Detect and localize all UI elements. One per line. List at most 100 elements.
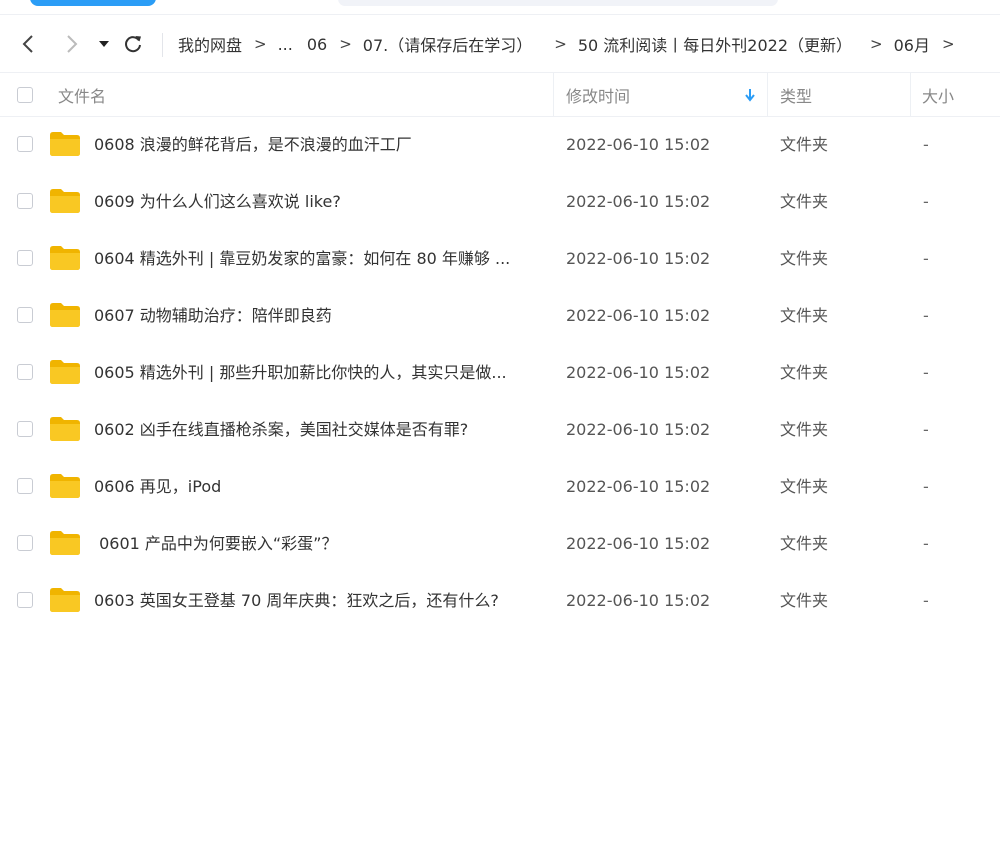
file-type: 文件夹	[780, 534, 829, 553]
column-divider	[553, 73, 554, 116]
file-type: 文件夹	[780, 249, 829, 268]
column-divider	[910, 73, 911, 116]
file-size: -	[923, 306, 929, 325]
modified-time: 2022-06-10 15:02	[566, 192, 711, 211]
row-checkbox[interactable]	[17, 535, 33, 551]
row-checkbox[interactable]	[17, 364, 33, 380]
search-bar[interactable]	[338, 0, 778, 6]
breadcrumb-item-current[interactable]: 06月	[894, 32, 930, 56]
breadcrumb-item[interactable]: 06	[307, 35, 327, 54]
modified-time: 2022-06-10 15:02	[566, 135, 711, 154]
breadcrumb-separator: >	[554, 35, 567, 53]
file-list-header: 文件名 修改时间 类型 大小	[0, 72, 1000, 117]
upload-button[interactable]	[30, 0, 156, 6]
table-row[interactable]: 0605 精选外刊 | 那些升职加薪比你快的人，其实只是做... 2022-06…	[0, 344, 1000, 401]
row-checkbox[interactable]	[17, 307, 33, 323]
select-all-checkbox[interactable]	[17, 86, 33, 103]
file-size: -	[923, 135, 929, 154]
forward-button[interactable]	[62, 32, 82, 56]
history-dropdown-button[interactable]	[97, 32, 111, 56]
breadcrumb-separator: >	[870, 35, 883, 53]
row-checkbox[interactable]	[17, 136, 33, 152]
folder-icon	[50, 531, 80, 555]
folder-icon	[50, 132, 80, 156]
column-header-type[interactable]: 类型	[780, 73, 812, 116]
file-size: -	[923, 477, 929, 496]
table-row[interactable]: 0608 浪漫的鲜花背后，是不浪漫的血汗工厂 2022-06-10 15:02 …	[0, 116, 1000, 173]
row-checkbox[interactable]	[17, 478, 33, 494]
breadcrumb-item[interactable]: ...	[278, 35, 293, 54]
table-row[interactable]: 0609 为什么人们这么喜欢说 like? 2022-06-10 15:02 文…	[0, 173, 1000, 230]
breadcrumb-item[interactable]: 50 流利阅读丨每日外刊2022（更新）	[578, 32, 852, 56]
file-size: -	[923, 420, 929, 439]
file-name[interactable]: 0603 英国女王登基 70 周年庆典：狂欢之后，还有什么?	[94, 572, 542, 629]
column-header-size[interactable]: 大小	[922, 73, 954, 116]
file-size: -	[923, 363, 929, 382]
folder-icon	[50, 303, 80, 327]
modified-time: 2022-06-10 15:02	[566, 534, 711, 553]
chevron-left-icon	[22, 35, 33, 53]
file-type: 文件夹	[780, 363, 829, 382]
file-type: 文件夹	[780, 477, 829, 496]
folder-icon	[50, 588, 80, 612]
file-type: 文件夹	[780, 192, 829, 211]
top-toolbar-remnant	[0, 0, 1000, 15]
file-type: 文件夹	[780, 306, 829, 325]
row-checkbox[interactable]	[17, 193, 33, 209]
file-size: -	[923, 192, 929, 211]
folder-icon	[50, 246, 80, 270]
modified-time: 2022-06-10 15:02	[566, 591, 711, 610]
navigation-bar: 我的网盘 > ... 06 > 07.（请保存后在学习） > 50 流利阅读丨每…	[0, 15, 1000, 71]
modified-time: 2022-06-10 15:02	[566, 420, 711, 439]
table-row[interactable]: 0602 凶手在线直播枪杀案，美国社交媒体是否有罪? 2022-06-10 15…	[0, 401, 1000, 458]
file-name[interactable]: 0601 产品中为何要嵌入“彩蛋”？	[94, 515, 542, 572]
breadcrumb: 我的网盘 > ... 06 > 07.（请保存后在学习） > 50 流利阅读丨每…	[178, 31, 966, 57]
file-list: 0608 浪漫的鲜花背后，是不浪漫的血汗工厂 2022-06-10 15:02 …	[0, 116, 1000, 629]
file-name[interactable]: 0606 再见，iPod	[94, 458, 542, 515]
row-checkbox[interactable]	[17, 421, 33, 437]
file-type: 文件夹	[780, 591, 829, 610]
table-row[interactable]: 0601 产品中为何要嵌入“彩蛋”？ 2022-06-10 15:02 文件夹 …	[0, 515, 1000, 572]
breadcrumb-separator: >	[254, 35, 267, 53]
chevron-right-icon	[67, 35, 78, 53]
row-checkbox[interactable]	[17, 592, 33, 608]
file-name[interactable]: 0605 精选外刊 | 那些升职加薪比你快的人，其实只是做...	[94, 344, 542, 401]
row-checkbox[interactable]	[17, 250, 33, 266]
refresh-button[interactable]	[122, 32, 144, 56]
file-name[interactable]: 0604 精选外刊 | 靠豆奶发家的富豪：如何在 80 年赚够 ...	[94, 230, 542, 287]
modified-time: 2022-06-10 15:02	[566, 306, 711, 325]
table-row[interactable]: 0607 动物辅助治疗：陪伴即良药 2022-06-10 15:02 文件夹 -	[0, 287, 1000, 344]
modified-time: 2022-06-10 15:02	[566, 249, 711, 268]
column-divider	[767, 73, 768, 116]
breadcrumb-item[interactable]: 我的网盘	[178, 32, 242, 56]
sort-desc-arrow-icon[interactable]	[745, 73, 755, 116]
folder-icon	[50, 417, 80, 441]
breadcrumb-separator: >	[339, 35, 352, 53]
file-type: 文件夹	[780, 420, 829, 439]
file-name[interactable]: 0608 浪漫的鲜花背后，是不浪漫的血汗工厂	[94, 116, 542, 173]
file-name[interactable]: 0609 为什么人们这么喜欢说 like?	[94, 173, 542, 230]
file-name[interactable]: 0602 凶手在线直播枪杀案，美国社交媒体是否有罪?	[94, 401, 542, 458]
file-size: -	[923, 591, 929, 610]
breadcrumb-item[interactable]: 07.（请保存后在学习）	[363, 32, 532, 56]
column-header-modified[interactable]: 修改时间	[566, 73, 630, 116]
folder-icon	[50, 474, 80, 498]
column-header-name[interactable]: 文件名	[58, 73, 106, 116]
refresh-icon	[125, 36, 141, 53]
file-size: -	[923, 534, 929, 553]
table-row[interactable]: 0604 精选外刊 | 靠豆奶发家的富豪：如何在 80 年赚够 ... 2022…	[0, 230, 1000, 287]
table-row[interactable]: 0603 英国女王登基 70 周年庆典：狂欢之后，还有什么? 2022-06-1…	[0, 572, 1000, 629]
folder-icon	[50, 360, 80, 384]
back-button[interactable]	[18, 32, 38, 56]
select-all	[17, 73, 33, 116]
breadcrumb-separator: >	[941, 35, 955, 53]
modified-time: 2022-06-10 15:02	[566, 477, 711, 496]
file-type: 文件夹	[780, 135, 829, 154]
modified-time: 2022-06-10 15:02	[566, 363, 711, 382]
file-size: -	[923, 249, 929, 268]
caret-down-icon	[99, 41, 109, 47]
file-name[interactable]: 0607 动物辅助治疗：陪伴即良药	[94, 287, 542, 344]
folder-icon	[50, 189, 80, 213]
table-row[interactable]: 0606 再见，iPod 2022-06-10 15:02 文件夹 -	[0, 458, 1000, 515]
nav-divider	[162, 33, 163, 57]
